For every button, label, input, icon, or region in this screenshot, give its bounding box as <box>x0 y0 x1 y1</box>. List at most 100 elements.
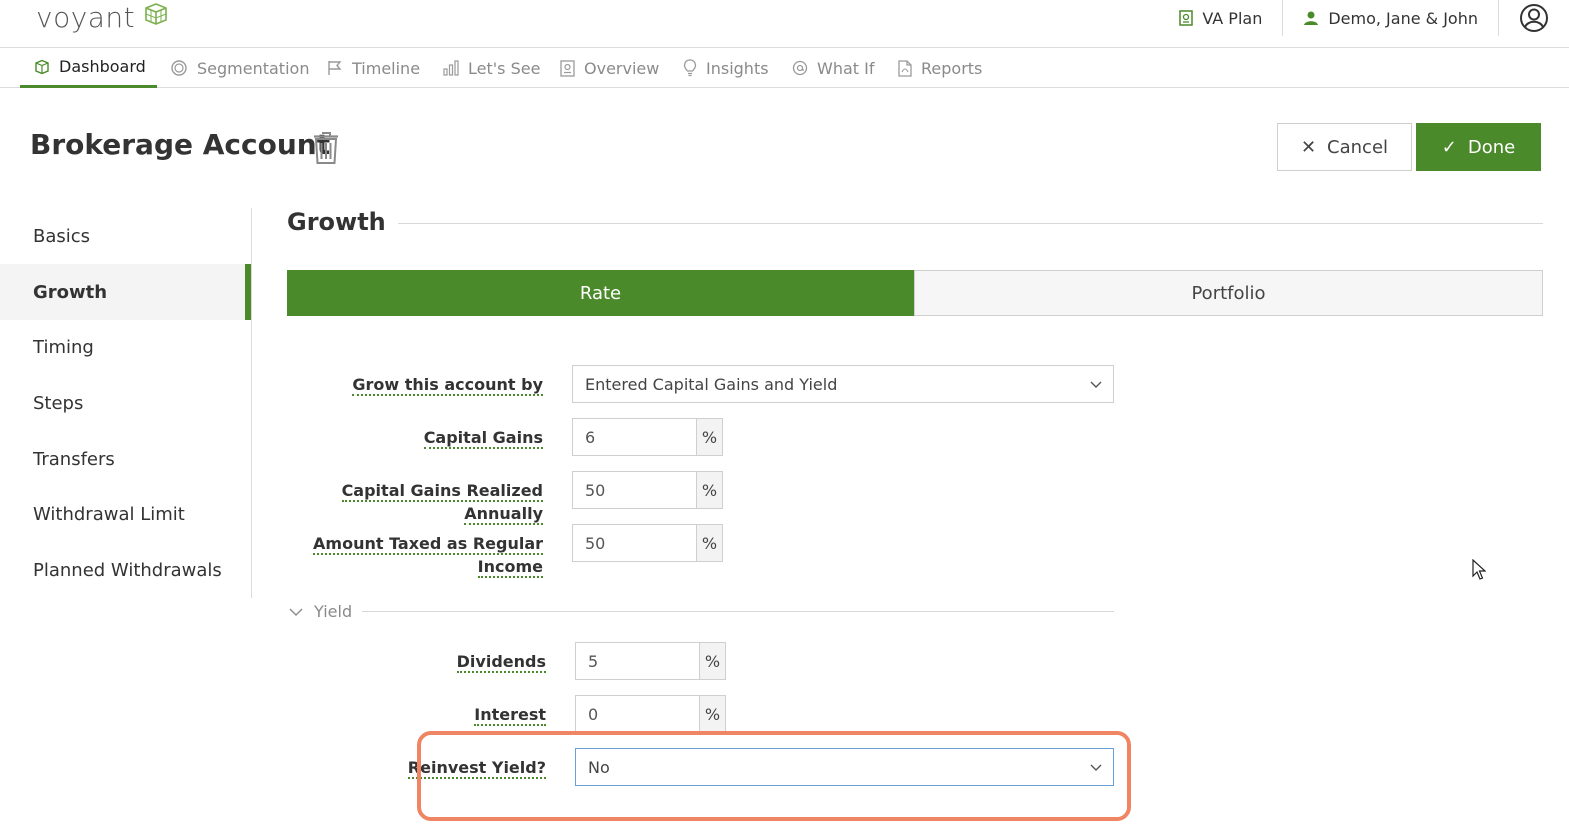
plan-document-icon <box>1179 10 1194 26</box>
dashboard-icon <box>35 59 49 74</box>
taxed-regular-label-line1: Amount Taxed as Regular <box>313 534 543 555</box>
nav-label: Timeline <box>352 58 421 78</box>
logo-text: voyant <box>36 1 136 34</box>
interest-label: Interest <box>293 703 546 726</box>
section-title: Growth <box>287 208 386 236</box>
mouse-cursor-icon <box>1472 559 1486 580</box>
flag-icon <box>328 61 342 75</box>
yield-divider <box>362 611 1114 612</box>
sidebar-item-label: Basics <box>33 225 91 247</box>
nav-insights[interactable]: Insights <box>683 48 769 88</box>
chevron-down-icon <box>289 608 303 616</box>
nav-label: Dashboard <box>59 57 146 76</box>
sidebar-item-label: Timing <box>33 336 94 358</box>
sidebar-item-label: Growth <box>33 281 108 303</box>
user-circle-icon <box>1520 4 1548 32</box>
plan-label: VA Plan <box>1202 8 1263 28</box>
nav-segmentation[interactable]: Segmentation <box>170 48 309 88</box>
sidebar-item-steps[interactable]: Steps <box>0 375 252 431</box>
nav-reports[interactable]: Reports <box>898 48 982 88</box>
bar-chart-icon <box>443 60 459 76</box>
percent-addon: % <box>696 471 723 509</box>
dividends-label-text: Dividends <box>456 652 546 673</box>
cancel-label: Cancel <box>1327 136 1389 158</box>
pdf-icon <box>898 59 912 77</box>
lightbulb-icon <box>683 59 697 77</box>
tab-portfolio[interactable]: Portfolio <box>914 270 1543 316</box>
percent-addon: % <box>696 524 723 562</box>
yield-section-label: Yield <box>314 602 353 621</box>
nav-label: Segmentation <box>197 58 310 78</box>
logo-cube-icon <box>145 3 167 25</box>
interest-input[interactable]: 0 <box>575 695 699 733</box>
yield-section-toggle[interactable]: Yield <box>289 602 352 621</box>
trash-icon[interactable] <box>313 131 339 165</box>
client-person-icon <box>1304 11 1319 25</box>
sidebar-item-transfers[interactable]: Transfers <box>0 431 252 487</box>
taxed-regular-input[interactable]: 50 <box>572 524 696 562</box>
client-menu[interactable]: Demo, Jane & John <box>1283 0 1499 36</box>
sidebar-item-planned-withdrawals[interactable]: Planned Withdrawals <box>0 542 252 598</box>
taxed-regular-label: Amount Taxed as Regular Income <box>290 532 543 578</box>
percent-addon: % <box>696 418 723 456</box>
interest-label-text: Interest <box>474 705 546 726</box>
chevron-down-icon <box>1090 381 1102 388</box>
top-header: voyant VA Plan Demo, Jane & John <box>0 0 1569 48</box>
main-nav: Dashboard Segmentation Timeline Let's Se… <box>0 48 1569 88</box>
capital-gains-field: 6 % <box>572 418 723 456</box>
sidebar-item-label: Transfers <box>33 448 115 470</box>
nav-what-if[interactable]: What If <box>792 48 874 88</box>
sidebar-item-basics[interactable]: Basics <box>0 208 252 264</box>
user-account-button[interactable] <box>1499 0 1569 36</box>
sidebar-item-timing[interactable]: Timing <box>0 319 252 375</box>
section-sidebar: Basics Growth Timing Steps Transfers Wit… <box>0 208 252 598</box>
close-icon: ✕ <box>1300 136 1317 158</box>
dividends-field: 5 % <box>575 642 726 680</box>
done-button[interactable]: ✓ Done <box>1416 123 1541 171</box>
capital-gains-label-text: Capital Gains <box>423 428 543 449</box>
highlight-annotation <box>417 731 1131 821</box>
taxed-regular-label-line2: Income <box>477 557 543 578</box>
dividends-label: Dividends <box>293 650 546 673</box>
sidebar-item-withdrawal-limit[interactable]: Withdrawal Limit <box>0 486 252 542</box>
capital-gains-label: Capital Gains <box>290 426 543 449</box>
nav-label: Overview <box>584 58 660 78</box>
realized-annually-label-text: Capital Gains Realized Annually <box>341 481 543 525</box>
nav-label: Insights <box>706 58 769 78</box>
percent-addon: % <box>699 642 726 680</box>
nav-label: What If <box>817 58 875 78</box>
tab-rate[interactable]: Rate <box>287 270 914 316</box>
checkmark-icon: ✓ <box>1441 136 1457 158</box>
grow-by-value: Entered Capital Gains and Yield <box>585 374 838 394</box>
done-label: Done <box>1467 136 1516 158</box>
sidebar-item-label: Steps <box>33 392 84 414</box>
nav-dashboard[interactable]: Dashboard <box>20 48 157 88</box>
segmentation-icon <box>171 60 187 76</box>
nav-timeline[interactable]: Timeline <box>327 48 420 88</box>
va-plan-menu[interactable]: VA Plan <box>1159 0 1284 36</box>
realized-annually-input[interactable]: 50 <box>572 471 696 509</box>
realized-annually-label: Capital Gains Realized Annually <box>290 479 543 525</box>
taxed-regular-field: 50 % <box>572 524 723 562</box>
percent-addon: % <box>699 695 726 733</box>
nav-lets-see[interactable]: Let's See <box>443 48 540 88</box>
grow-by-label: Grow this account by <box>290 373 543 396</box>
overview-icon <box>560 59 575 77</box>
capital-gains-input[interactable]: 6 <box>572 418 696 456</box>
realized-annually-field: 50 % <box>572 471 723 509</box>
sidebar-item-label: Withdrawal Limit <box>33 503 185 525</box>
section-divider <box>398 223 1543 224</box>
grow-by-label-text: Grow this account by <box>352 375 543 396</box>
nav-label: Let's See <box>468 58 541 78</box>
voyant-logo[interactable]: voyant <box>36 0 169 36</box>
sidebar-item-label: Planned Withdrawals <box>33 559 222 581</box>
nav-label: Reports <box>921 58 983 78</box>
client-label: Demo, Jane & John <box>1328 8 1478 28</box>
sidebar-item-growth[interactable]: Growth <box>0 264 251 320</box>
rate-portfolio-toggle: Rate Portfolio <box>287 270 1543 316</box>
nav-overview[interactable]: Overview <box>560 48 659 88</box>
interest-field: 0 % <box>575 695 726 733</box>
cancel-button[interactable]: ✕ Cancel <box>1277 123 1412 171</box>
grow-by-select[interactable]: Entered Capital Gains and Yield <box>572 365 1114 403</box>
dividends-input[interactable]: 5 <box>575 642 699 680</box>
